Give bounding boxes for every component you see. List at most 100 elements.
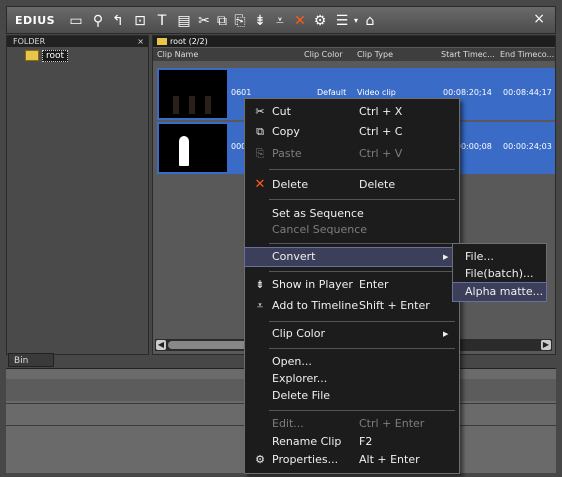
menu-item-cut[interactable]: ✂ Cut Ctrl + X xyxy=(245,103,459,121)
toolbar: EDIUS ▭ ⚲ ↰ ⊡ T ▤ ✂ ⧉ ⎘ ⇟ ⩡ ✕ ⚙ ☰ ▾ ⌂ × xyxy=(6,6,556,34)
add-to-player-icon[interactable]: ⇟ xyxy=(251,12,269,30)
new-bin-icon[interactable]: ▭ xyxy=(67,12,85,30)
menu-item-properties[interactable]: ⚙ Properties... Alt + Enter xyxy=(245,451,459,469)
color-bars-icon[interactable]: ▤ xyxy=(175,12,193,30)
clip-thumbnail xyxy=(159,124,227,172)
up-folder-icon[interactable]: ↰ xyxy=(109,12,127,30)
menu-label: Add to Timeline xyxy=(272,299,359,312)
folder-path: root (2/2) xyxy=(153,36,555,47)
menu-item-delete-file[interactable]: Delete File xyxy=(245,387,459,405)
menu-shortcut: Ctrl + V xyxy=(359,147,403,160)
menu-item-copy[interactable]: ⧉ Copy Ctrl + C xyxy=(245,123,459,141)
menu-item-clip-color[interactable]: Clip Color ▶ xyxy=(245,325,459,343)
menu-label: Explorer... xyxy=(272,372,328,385)
submenu-item-alpha-matte[interactable]: Alpha matte... xyxy=(452,282,547,302)
clip-name: 0601 xyxy=(231,88,252,97)
menu-separator xyxy=(269,321,455,322)
clip-color: Default xyxy=(317,88,347,97)
menu-item-convert[interactable]: Convert ▶ xyxy=(244,247,460,267)
folder-icon xyxy=(25,50,39,61)
search-icon[interactable]: ⚲ xyxy=(89,12,107,30)
column-headers: Clip Name Clip Color Clip Type Start Tim… xyxy=(153,48,555,61)
menu-label: Copy xyxy=(272,125,300,138)
submenu-arrow-icon: ▶ xyxy=(443,253,449,261)
col-end-timecode[interactable]: End Timeco... xyxy=(500,48,554,61)
menu-separator xyxy=(269,271,455,272)
menu-label: Edit... xyxy=(272,417,304,430)
menu-item-rename-clip[interactable]: Rename Clip F2 xyxy=(245,433,459,451)
cut-icon: ✂ xyxy=(255,105,265,118)
paste-icon[interactable]: ⎘ xyxy=(231,12,249,30)
paste-icon: ⎘ xyxy=(255,147,265,160)
clip-end: 00:08:44;17 xyxy=(503,88,552,97)
menu-item-show-in-player[interactable]: ⇟ Show in Player Enter xyxy=(245,276,459,294)
menu-label: Delete File xyxy=(272,389,331,402)
menu-item-open[interactable]: Open... xyxy=(245,353,459,371)
timeline-icon: ⩡ xyxy=(256,299,264,312)
menu-separator xyxy=(269,169,455,170)
folder-panel: FOLDER × root xyxy=(6,35,149,355)
menu-label: Cut xyxy=(272,105,291,118)
title-icon[interactable]: T xyxy=(153,12,171,30)
clip-start: 00:08:20;14 xyxy=(443,88,492,97)
submenu-item-file-batch[interactable]: File(batch)... xyxy=(453,265,546,283)
menu-label: Cancel Sequence xyxy=(272,223,368,236)
folder-close-icon[interactable]: × xyxy=(137,36,144,47)
menu-separator xyxy=(269,348,455,349)
menu-label: Open... xyxy=(272,355,312,368)
copy-icon[interactable]: ⧉ xyxy=(213,12,231,30)
menu-item-edit[interactable]: Edit... Ctrl + Enter xyxy=(245,415,459,433)
menu-separator xyxy=(269,410,455,411)
scroll-right-icon[interactable]: ▶ xyxy=(541,340,551,350)
folder-header: FOLDER × xyxy=(7,36,148,47)
col-start-timecode[interactable]: Start Timec... xyxy=(441,48,495,61)
convert-submenu: File... File(batch)... Alpha matte... xyxy=(452,243,547,302)
add-folder-icon[interactable]: ⊡ xyxy=(131,12,149,30)
context-menu: ✂ Cut Ctrl + X ⧉ Copy Ctrl + C ⎘ Paste C… xyxy=(244,98,460,474)
player-icon: ⇟ xyxy=(255,278,265,291)
scroll-left-icon[interactable]: ◀ xyxy=(156,340,166,350)
menu-shortcut: Ctrl + C xyxy=(359,125,403,138)
menu-shortcut: Delete xyxy=(359,178,396,191)
menu-label: Show in Player xyxy=(272,278,353,291)
properties-icon[interactable]: ⚙ xyxy=(311,12,329,30)
tree-item-label: root xyxy=(42,50,69,62)
submenu-item-file[interactable]: File... xyxy=(453,248,546,266)
menu-label: Delete xyxy=(272,178,309,191)
menu-label: Alpha matte... xyxy=(465,285,544,298)
menu-label: File(batch)... xyxy=(465,267,534,280)
menu-item-add-to-timeline[interactable]: ⩡ Add to Timeline Shift + Enter xyxy=(245,297,459,315)
clip-type: Video clip xyxy=(357,88,396,97)
import-icon[interactable]: ⌂ xyxy=(361,12,379,30)
edius-logo: EDIUS xyxy=(15,14,56,27)
clip-thumbnail xyxy=(159,70,227,118)
menu-separator xyxy=(269,199,455,200)
folder-path-label: root (2/2) xyxy=(170,37,208,46)
menu-item-paste[interactable]: ⎘ Paste Ctrl + V xyxy=(245,145,459,163)
close-icon[interactable]: × xyxy=(533,11,545,27)
menu-label: Properties... xyxy=(272,453,339,466)
folder-icon xyxy=(157,38,167,45)
menu-label: Convert xyxy=(272,250,316,263)
menu-shortcut: Ctrl + Enter xyxy=(359,417,425,430)
menu-label: Paste xyxy=(272,147,302,160)
menu-item-delete[interactable]: ✕ Delete Delete xyxy=(245,176,459,194)
menu-label: Clip Color xyxy=(272,327,325,340)
delete-icon[interactable]: ✕ xyxy=(291,12,309,30)
bin-tab[interactable]: Bin xyxy=(8,353,54,367)
clip-end: 00:00:24;03 xyxy=(503,142,552,151)
menu-item-cancel-sequence[interactable]: Cancel Sequence xyxy=(245,221,459,239)
tree-item-root[interactable]: root xyxy=(25,50,69,62)
folder-header-label: FOLDER xyxy=(13,37,46,46)
col-clip-color[interactable]: Clip Color xyxy=(304,48,343,61)
menu-item-explorer[interactable]: Explorer... xyxy=(245,370,459,388)
cut-icon[interactable]: ✂ xyxy=(195,12,213,30)
col-clip-name[interactable]: Clip Name xyxy=(157,48,198,61)
menu-shortcut: F2 xyxy=(359,435,373,448)
col-clip-type[interactable]: Clip Type xyxy=(357,48,393,61)
menu-shortcut: Enter xyxy=(359,278,389,291)
delete-icon: ✕ xyxy=(254,177,266,192)
add-to-timeline-icon[interactable]: ⩡ xyxy=(271,12,289,30)
menu-separator xyxy=(269,243,455,244)
menu-label: Rename Clip xyxy=(272,435,342,448)
